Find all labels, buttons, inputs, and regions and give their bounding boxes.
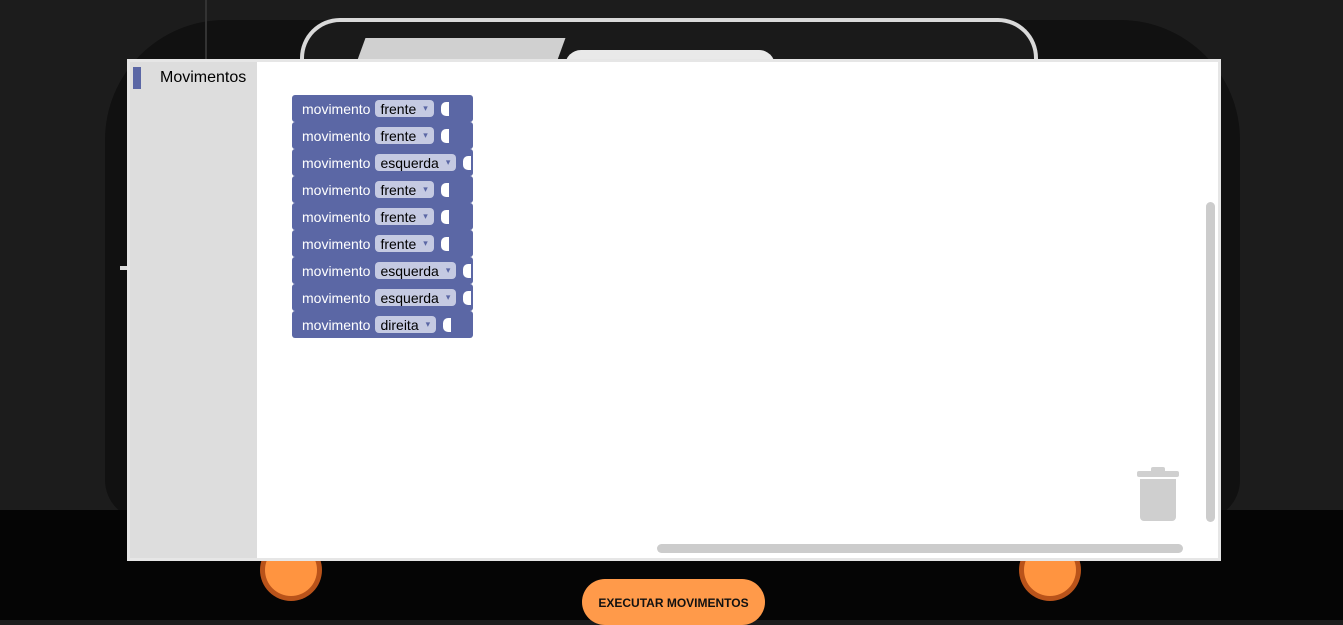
value-input-connector <box>463 155 472 170</box>
block-stack: movimento frente ▾ movimento frente ▾ moviment… <box>292 95 474 338</box>
movement-block[interactable]: movimento direita ▾ <box>292 311 474 338</box>
direction-value: frente <box>380 208 417 225</box>
direction-dropdown[interactable]: esquerda ▾ <box>375 154 457 171</box>
dropdown-arrow-icon: ▾ <box>445 292 451 302</box>
direction-value: frente <box>380 100 417 117</box>
block-label: movimento <box>302 127 371 144</box>
toolbox: Movimentos <box>130 62 257 558</box>
trash-can-icon[interactable] <box>1137 467 1181 523</box>
direction-value: frente <box>380 235 417 252</box>
value-input-connector <box>440 182 449 197</box>
direction-dropdown[interactable]: direita ▾ <box>375 316 437 333</box>
direction-dropdown[interactable]: frente ▾ <box>375 181 434 198</box>
block-label: movimento <box>302 154 371 171</box>
direction-value: esquerda <box>380 289 439 306</box>
horizontal-scrollbar[interactable] <box>657 544 1183 553</box>
value-input-connector <box>463 263 472 278</box>
dropdown-arrow-icon: ▾ <box>423 103 428 113</box>
dropdown-arrow-icon: ▾ <box>445 157 451 167</box>
block-label: movimento <box>302 289 371 306</box>
direction-dropdown[interactable]: frente ▾ <box>375 235 434 252</box>
direction-dropdown[interactable]: frente ▾ <box>375 127 434 144</box>
value-input-connector <box>463 290 472 305</box>
run-movements-button[interactable]: EXECUTAR MOVIMENTOS <box>582 579 765 625</box>
value-input-connector <box>440 209 449 224</box>
direction-value: esquerda <box>380 154 439 171</box>
movement-block[interactable]: movimento esquerda ▾ <box>292 257 474 284</box>
movement-block[interactable]: movimento esquerda ▾ <box>292 149 474 176</box>
toolbox-category-movimentos[interactable]: Movimentos <box>130 66 246 90</box>
dropdown-arrow-icon: ▾ <box>423 184 428 194</box>
trash-lid <box>1137 471 1179 477</box>
block-label: movimento <box>302 235 371 252</box>
direction-dropdown[interactable]: frente ▾ <box>375 100 434 117</box>
block-label: movimento <box>302 208 371 225</box>
movement-block[interactable]: movimento frente ▾ <box>292 176 474 203</box>
direction-dropdown[interactable]: esquerda ▾ <box>375 289 457 306</box>
dropdown-arrow-icon: ▾ <box>445 265 451 275</box>
trash-body <box>1140 479 1176 521</box>
dropdown-arrow-icon: ▾ <box>423 211 428 221</box>
value-input-connector <box>440 128 449 143</box>
value-input-connector <box>443 317 452 332</box>
movement-block[interactable]: movimento frente ▾ <box>292 122 474 149</box>
direction-value: esquerda <box>380 262 439 279</box>
vertical-scrollbar[interactable] <box>1206 202 1215 522</box>
movement-block[interactable]: movimento esquerda ▾ <box>292 284 474 311</box>
dropdown-arrow-icon: ▾ <box>423 238 428 248</box>
block-label: movimento <box>302 181 371 198</box>
value-input-connector <box>440 236 449 251</box>
movement-block[interactable]: movimento frente ▾ <box>292 95 474 122</box>
direction-value: frente <box>380 127 417 144</box>
direction-value: direita <box>380 316 419 333</box>
category-color-swatch <box>133 67 141 89</box>
movement-block[interactable]: movimento frente ▾ <box>292 230 474 257</box>
block-label: movimento <box>302 262 371 279</box>
value-input-connector <box>440 101 449 116</box>
block-label: movimento <box>302 316 371 333</box>
direction-dropdown[interactable]: esquerda ▾ <box>375 262 457 279</box>
direction-value: frente <box>380 181 417 198</box>
blockly-workspace-panel: Movimentos movimento frente ▾ movimento fren… <box>127 59 1221 561</box>
block-label: movimento <box>302 100 371 117</box>
dropdown-arrow-icon: ▾ <box>425 319 431 329</box>
direction-dropdown[interactable]: frente ▾ <box>375 208 434 225</box>
movement-block[interactable]: movimento frente ▾ <box>292 203 474 230</box>
category-label: Movimentos <box>160 69 247 86</box>
dropdown-arrow-icon: ▾ <box>423 130 428 140</box>
